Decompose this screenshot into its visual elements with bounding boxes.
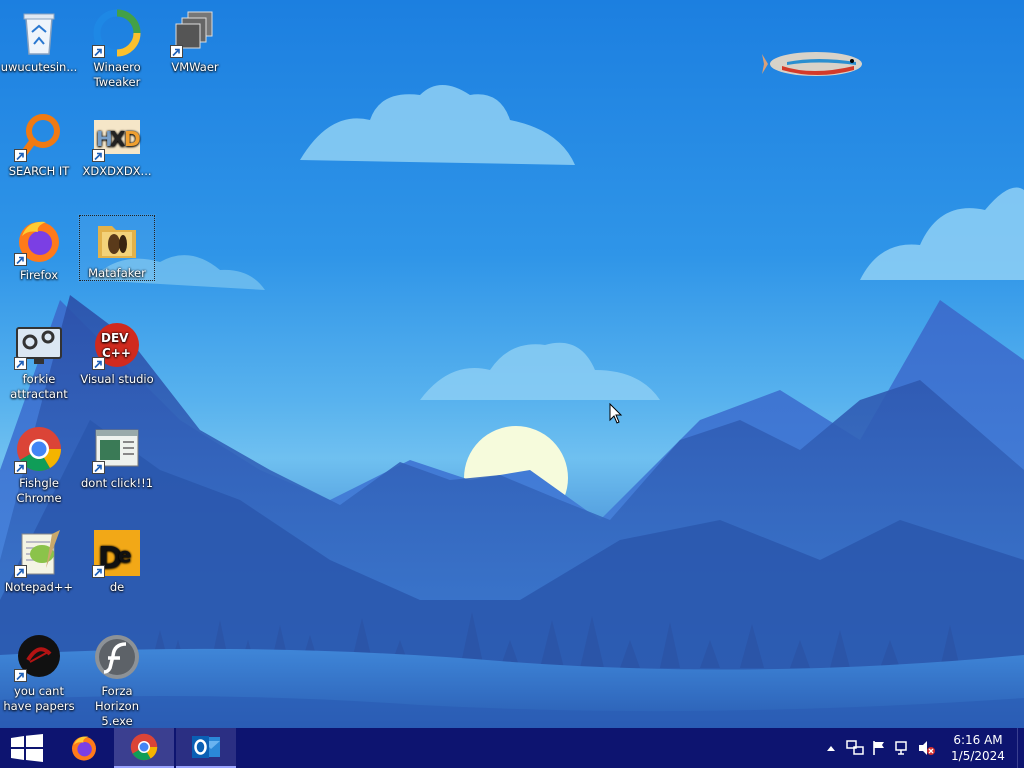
icon-label: dont click!!1 [80, 476, 154, 490]
chevron-up-icon [827, 746, 835, 751]
svg-text:e: e [118, 543, 132, 567]
shortcut-arrow-icon [14, 669, 27, 682]
desktop-icon-hxd[interactable]: H X D XDXDXDX... [78, 112, 156, 179]
windows-logo-icon [11, 734, 43, 762]
volume-muted-icon [919, 741, 935, 755]
desktop-icon-search-it[interactable]: SEARCH IT [0, 112, 78, 179]
desktop-icon-forkie-attractant[interactable]: forkie attractant [0, 320, 78, 402]
taskbar: 6:16 AM 1/5/2024 [0, 728, 1024, 768]
desktop-icon-de[interactable]: D e de [78, 528, 156, 595]
clock[interactable]: 6:16 AM 1/5/2024 [939, 732, 1017, 764]
desktop-icon-vmwaer[interactable]: VMWaer [156, 8, 234, 75]
system-tray: 6:16 AM 1/5/2024 [819, 728, 1024, 768]
taskbar-chrome-button[interactable] [114, 728, 174, 768]
icon-label: de [109, 580, 125, 594]
desktop[interactable]: uwucutesin... SEARCH IT Firefox forkie a… [0, 0, 1024, 728]
desktop-icon-forza-horizon[interactable]: Forza Horizon 5.exe [78, 632, 156, 728]
icon-label: Forza Horizon 5.exe [95, 684, 139, 728]
clock-date: 1/5/2024 [951, 749, 1005, 763]
start-button[interactable] [0, 728, 54, 768]
desktop-icon-dont-click[interactable]: dont click!!1 [78, 424, 156, 491]
desktop-icon-fishgle-chrome[interactable]: Fishgle Chrome [0, 424, 78, 506]
svg-text:DEV: DEV [101, 331, 129, 345]
icon-label: uwucutesin... [0, 60, 78, 74]
recycle-bin-icon [23, 13, 55, 55]
svg-text:D: D [124, 127, 141, 151]
shortcut-arrow-icon [92, 461, 105, 474]
folder-icon [98, 226, 136, 258]
mouse-cursor-icon [609, 403, 623, 424]
svg-text:C++: C++ [102, 346, 131, 360]
tray-network[interactable] [891, 728, 915, 768]
desktop-icon-matafaker[interactable]: Matafaker [78, 214, 156, 282]
flag-icon [873, 741, 884, 755]
tray-volume[interactable] [915, 728, 939, 768]
taskbar-outlook-button[interactable] [176, 728, 236, 768]
icon-label: you cant have papers [3, 684, 75, 713]
network-icon [895, 741, 907, 755]
desktop-icon-winaero-tweaker[interactable]: Winaero Tweaker [78, 8, 156, 90]
shortcut-arrow-icon [92, 565, 105, 578]
shortcut-arrow-icon [14, 357, 27, 370]
shortcut-arrow-icon [14, 461, 27, 474]
desktop-icon-notepad-plus-plus[interactable]: Notepad++ [0, 528, 78, 595]
desktop-icon-recycle-bin[interactable]: uwucutesin... [0, 8, 78, 75]
show-hidden-icons-button[interactable] [819, 728, 843, 768]
fish-sprite [762, 52, 862, 76]
firefox-icon [72, 736, 96, 761]
network-computers-icon [846, 740, 864, 755]
show-desktop-button[interactable] [1017, 728, 1024, 768]
clock-time: 6:16 AM [953, 733, 1003, 747]
tray-network-manager[interactable] [843, 728, 867, 768]
shortcut-arrow-icon [170, 45, 183, 58]
outlook-icon [192, 736, 220, 758]
flash-player-icon [95, 635, 139, 679]
shortcut-arrow-icon [92, 357, 105, 370]
shortcut-arrow-icon [14, 149, 27, 162]
tray-action-center[interactable] [867, 728, 891, 768]
shortcut-arrow-icon [92, 149, 105, 162]
taskbar-firefox-button[interactable] [54, 728, 114, 768]
icon-label: Fishgle Chrome [16, 476, 62, 505]
icon-label: Visual studio [80, 372, 154, 386]
icon-label: Winaero Tweaker [93, 60, 141, 89]
shortcut-arrow-icon [14, 253, 27, 266]
shortcut-arrow-icon [14, 565, 27, 578]
icon-label: Matafaker [88, 266, 146, 280]
shortcut-arrow-icon [92, 45, 105, 58]
desktop-icon-firefox[interactable]: Firefox [0, 216, 78, 283]
desktop-icon-you-cant-have-papers[interactable]: you cant have papers [0, 632, 78, 714]
desktop-icon-visual-studio[interactable]: DEV C++ Visual studio [78, 320, 156, 387]
icon-label: forkie attractant [10, 372, 68, 401]
chrome-icon [130, 733, 158, 761]
